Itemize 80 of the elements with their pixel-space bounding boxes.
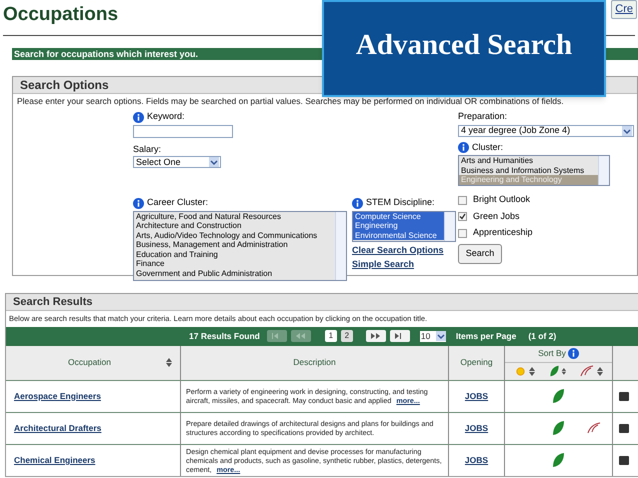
checkbox-label: Bright Outlook: [473, 193, 530, 206]
sort-by-label: Sort By: [538, 347, 566, 360]
field-label: STEM Discipline:: [366, 196, 435, 210]
video-icon[interactable]: [619, 392, 629, 400]
feather-icon: [580, 365, 594, 377]
occupation-link[interactable]: Architectural Drafters: [14, 422, 102, 434]
leaf-icon: [551, 420, 566, 436]
column-header[interactable]: Opening: [449, 346, 505, 380]
checkbox[interactable]: [458, 228, 467, 238]
keyword-input[interactable]: [133, 124, 233, 138]
list-option[interactable]: Government and Public Administration: [134, 268, 335, 278]
page-status: (1 of 2): [528, 330, 556, 342]
last-page-button[interactable]: [390, 330, 410, 342]
page-button[interactable]: 1: [324, 330, 337, 342]
list-box[interactable]: Computer Science Engineering Environmental Science: [352, 210, 456, 242]
clear-search-link[interactable]: Clear Search Options: [352, 244, 456, 258]
next-page-button[interactable]: [366, 330, 386, 342]
checkbox[interactable]: [458, 212, 467, 221]
list-option[interactable]: Finance: [134, 259, 335, 269]
jobs-link[interactable]: JOBS: [464, 390, 488, 402]
sort-arrows-icon[interactable]: [561, 368, 566, 374]
previous-page-button[interactable]: [290, 330, 311, 342]
page-button[interactable]: 2: [340, 330, 353, 342]
first-page-button[interactable]: [266, 330, 287, 342]
sort-arrows-icon[interactable]: [528, 366, 534, 376]
info-icon[interactable]: [458, 142, 469, 153]
column-header[interactable]: Occupation: [6, 346, 181, 380]
checkbox[interactable]: [458, 196, 467, 204]
results-count: 17 Results Found: [189, 330, 260, 342]
video-icon[interactable]: [619, 424, 629, 432]
info-icon[interactable]: [352, 198, 363, 208]
column-header[interactable]: Description: [181, 346, 449, 380]
page-title: Occupations: [3, 3, 118, 27]
arrow-icon: [296, 333, 306, 339]
field-label: Keyword:: [147, 110, 185, 124]
search-button[interactable]: Search: [458, 244, 502, 264]
list-option[interactable]: Business, Management and Administration: [134, 240, 335, 250]
field-label: Cluster:: [472, 140, 504, 154]
field-label: Preparation:: [458, 110, 508, 124]
sort-arrows-icon[interactable]: [166, 358, 172, 367]
per-page-label: Items per Page: [456, 330, 516, 342]
scrollbar[interactable]: [444, 212, 455, 241]
info-icon[interactable]: [133, 112, 144, 122]
info-icon[interactable]: [133, 198, 144, 208]
feather-icon: [587, 422, 602, 434]
list-option[interactable]: Computer Science: [353, 212, 444, 222]
list-box[interactable]: Arts and Humanities Business and Information Systems Engineering and Technology: [458, 155, 610, 186]
arrow-icon: [370, 333, 381, 339]
instructions-text: Please enter your search options. Fields may be searched on partial values. Searches may be performed on individual OR combinations of fields.: [16, 94, 565, 108]
jobs-link[interactable]: JOBS: [464, 422, 488, 434]
simple-search-link[interactable]: Simple Search: [352, 258, 456, 272]
jobs-link[interactable]: JOBS: [464, 454, 488, 466]
field-label: Career Cluster:: [147, 196, 208, 210]
leaf-icon: [548, 365, 559, 377]
list-option[interactable]: Agriculture, Food and Natural Resources: [134, 212, 335, 222]
checkbox-label: Green Jobs: [473, 210, 520, 223]
leaf-icon: [551, 452, 566, 468]
occupation-link[interactable]: Chemical Engineers: [14, 454, 96, 466]
per-page-select[interactable]: 10: [420, 330, 446, 342]
occupation-link[interactable]: Aerospace Engineers: [14, 390, 101, 402]
field-label: Salary:: [133, 142, 162, 156]
list-option[interactable]: Architecture and Construction: [134, 221, 335, 231]
dropdown-arrow-icon: [436, 331, 446, 341]
leaf-icon: [551, 388, 566, 404]
list-box[interactable]: [133, 210, 347, 281]
panel-header: Search Results: [6, 294, 638, 310]
list-option[interactable]: Engineering: [353, 221, 444, 231]
create-button[interactable]: Cre: [611, 0, 637, 18]
list-option[interactable]: Business and Information Systems: [459, 166, 598, 176]
list-option[interactable]: Arts and Humanities: [459, 156, 598, 166]
scrollbar[interactable]: [598, 156, 609, 186]
preparation-select[interactable]: 4 year degree (Job Zone 4): [458, 124, 634, 137]
checkbox-label: Apprenticeship: [473, 226, 533, 240]
list-option[interactable]: Arts, Audio/Video Technology and Communications: [134, 230, 335, 240]
list-option[interactable]: Education and Training: [134, 250, 335, 260]
scrollbar[interactable]: [335, 212, 346, 280]
info-icon[interactable]: [568, 348, 579, 359]
salary-select[interactable]: Select One: [133, 156, 221, 168]
video-icon[interactable]: [619, 456, 629, 464]
sort-arrows-icon[interactable]: [596, 366, 602, 376]
